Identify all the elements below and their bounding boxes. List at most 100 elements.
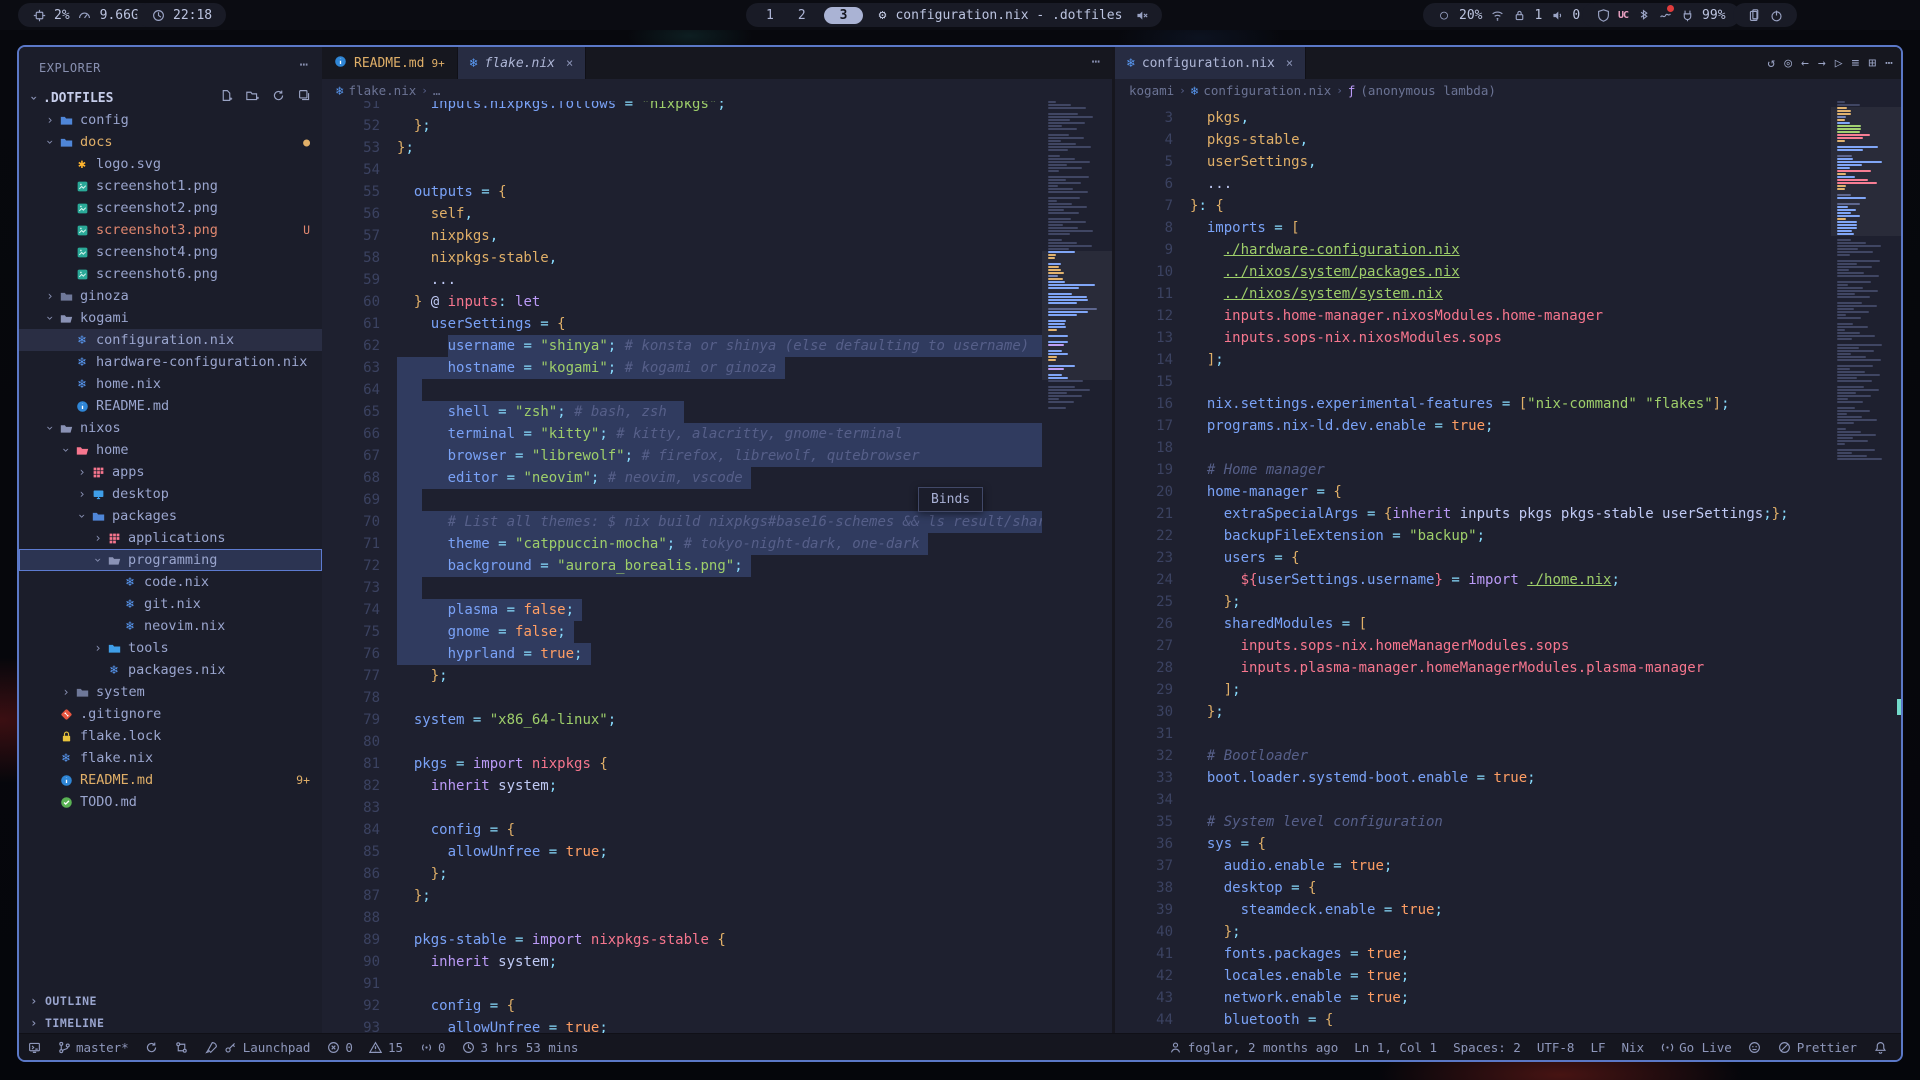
code-line[interactable]: 74 plasma = false; [322,599,1042,621]
tree-item-ginoza[interactable]: › ginoza [19,285,322,307]
status-remote-window[interactable] [19,1034,49,1060]
timeline-section[interactable]: › TIMELINE [19,1012,322,1034]
code-line[interactable]: 9 ./hardware-configuration.nix [1115,239,1831,261]
workspace-1[interactable]: 1 [760,8,780,23]
code-line[interactable]: 79 system = "x86_64-linux"; [322,709,1042,731]
code-line[interactable]: 11 ../nixos/system/system.nix [1115,283,1831,305]
code-line[interactable]: 89 pkgs-stable = import nixpkgs-stable { [322,929,1042,951]
speaker-icon[interactable] [1550,8,1564,22]
status-eol[interactable]: LF [1582,1034,1613,1060]
code-line[interactable]: 76 hyprland = true; [322,643,1042,665]
compare-icon[interactable]: ◎ [1784,56,1792,71]
tree-item-packages.nix[interactable]: ❄ packages.nix [19,659,322,681]
status-notifications[interactable] [1865,1034,1895,1060]
code-line[interactable]: 53 }; [322,137,1042,159]
tree-item-programming[interactable]: › programming [19,549,322,571]
tree-item-system[interactable]: › system [19,681,322,703]
code-line[interactable]: 34 [1115,789,1831,811]
code-line[interactable]: 62 username = "shinya"; # konsta or shin… [322,335,1042,357]
code-line[interactable]: 73 [322,577,1042,599]
code-line[interactable]: 54 [322,159,1042,181]
forward-icon[interactable]: → [1818,56,1826,71]
tree-item-neovim.nix[interactable]: ❄ neovim.nix [19,615,322,637]
code-line[interactable]: 13 inputs.sops-nix.nixosModules.sops [1115,327,1831,349]
tree-item-screenshot3.png[interactable]: screenshot3.pngU [19,219,322,241]
code-line[interactable]: 22 backupFileExtension = "backup"; [1115,525,1831,547]
tree-item-logo.svg[interactable]: ✱ logo.svg [19,153,322,175]
new-file-icon[interactable] [218,87,234,103]
minimap-slider[interactable] [1042,251,1112,380]
code-line[interactable]: 39 steamdeck.enable = true; [1115,899,1831,921]
minimap[interactable] [1831,101,1901,1033]
collapse-all-icon[interactable] [296,87,312,103]
code-line[interactable]: 78 [322,687,1042,709]
code-line[interactable]: 70 # List all themes: $ nix build nixpkg… [322,511,1042,533]
back-icon[interactable]: ← [1801,56,1809,71]
tree-item-TODO.md[interactable]: TODO.md [19,791,322,813]
tab-readme[interactable]: README.md 9+ [322,47,458,79]
status-time-tracker[interactable]: 3 hrs 53 mins [454,1034,587,1060]
tree-item-flake.nix[interactable]: ❄ flake.nix [19,747,322,769]
status-launchpad[interactable]: Launchpad [197,1034,319,1060]
code-line[interactable]: 14 ]; [1115,349,1831,371]
close-icon[interactable]: × [566,56,573,70]
more-icon[interactable]: ⋯ [1885,56,1893,71]
outline-icon[interactable]: ≡ [1852,56,1860,71]
tree-item-nixos[interactable]: › nixos [19,417,322,439]
code-line[interactable]: 65 shell = "zsh"; # bash, zsh [322,401,1042,423]
mute-icon[interactable] [1134,8,1148,22]
code-line[interactable]: 38 desktop = { [1115,877,1831,899]
code-line[interactable]: 16 nix.settings.experimental-features = … [1115,393,1831,415]
code-line[interactable]: 77 }; [322,665,1042,687]
outline-section[interactable]: › OUTLINE [19,990,322,1012]
code-line[interactable]: 44 bluetooth = { [1115,1009,1831,1031]
breadcrumb[interactable]: kogami › ❄ configuration.nix › ƒ (anonym… [1115,79,1901,101]
tree-item-README.md[interactable]: README.md9+ [19,769,322,791]
code-line[interactable]: 68 editor = "neovim"; # neovim, vscode [322,467,1042,489]
code-line[interactable]: 7 }: { [1115,195,1831,217]
code-line[interactable]: 88 [322,907,1042,929]
code-line[interactable]: 33 boot.loader.systemd-boot.enable = tru… [1115,767,1831,789]
code-line[interactable]: 59 ... [322,269,1042,291]
status-go-live[interactable]: Go Live [1652,1034,1740,1060]
status-cursor-position[interactable]: Ln 1, Col 1 [1346,1034,1445,1060]
notification-tray-icon[interactable] [1658,8,1672,22]
tree-item-screenshot6.png[interactable]: screenshot6.png [19,263,322,285]
code-line[interactable]: 41 fonts.packages = true; [1115,943,1831,965]
code-line[interactable]: 26 sharedModules = [ [1115,613,1831,635]
code-line[interactable]: 37 audio.enable = true; [1115,855,1831,877]
code-line[interactable]: 32 # Bootloader [1115,745,1831,767]
status-prettier[interactable]: Prettier [1770,1034,1865,1060]
workspace-3-active[interactable]: 3 [824,7,864,24]
code-line[interactable]: 66 terminal = "kitty"; # kitty, alacritt… [322,423,1042,445]
tree-item-desktop[interactable]: › desktop [19,483,322,505]
tree-item-packages[interactable]: › packages [19,505,322,527]
code-line[interactable]: 57 nixpkgs, [322,225,1042,247]
code-line[interactable]: 18 [1115,437,1831,459]
code-line[interactable]: 43 network.enable = true; [1115,987,1831,1009]
tree-item-screenshot2.png[interactable]: screenshot2.png [19,197,322,219]
tab-flake-nix[interactable]: ❄ flake.nix × [458,47,587,79]
code-line[interactable]: 4 pkgs-stable, [1115,129,1831,151]
code-line[interactable]: 87 }; [322,885,1042,907]
code-line[interactable]: 71 theme = "catppuccin-mocha"; # tokyo-n… [322,533,1042,555]
status-git-branch[interactable]: master* [49,1034,137,1060]
code-line[interactable]: 67 browser = "librewolf"; # firefox, lib… [322,445,1042,467]
code-line[interactable]: 52 }; [322,115,1042,137]
tree-item-.gitignore[interactable]: .gitignore [19,703,322,725]
bluetooth-icon[interactable] [1636,8,1650,22]
tree-item-home[interactable]: › home [19,439,322,461]
code-line[interactable]: 58 nixpkgs-stable, [322,247,1042,269]
split-icon[interactable]: ⊞ [1868,56,1876,71]
status-encoding[interactable]: UTF-8 [1529,1034,1583,1060]
code-line[interactable]: 85 allowUnfree = true; [322,841,1042,863]
tab-configuration-nix[interactable]: ❄ configuration.nix × [1115,47,1306,79]
code-line[interactable]: 83 [322,797,1042,819]
code-line[interactable]: 82 inherit system; [322,775,1042,797]
code-line[interactable]: 29 ]; [1115,679,1831,701]
code-line[interactable]: 25 }; [1115,591,1831,613]
history-icon[interactable]: ↺ [1767,56,1775,71]
code-line[interactable]: 30 }; [1115,701,1831,723]
minimap-slider[interactable] [1831,107,1901,236]
breadcrumb-file[interactable]: configuration.nix [1203,83,1331,98]
